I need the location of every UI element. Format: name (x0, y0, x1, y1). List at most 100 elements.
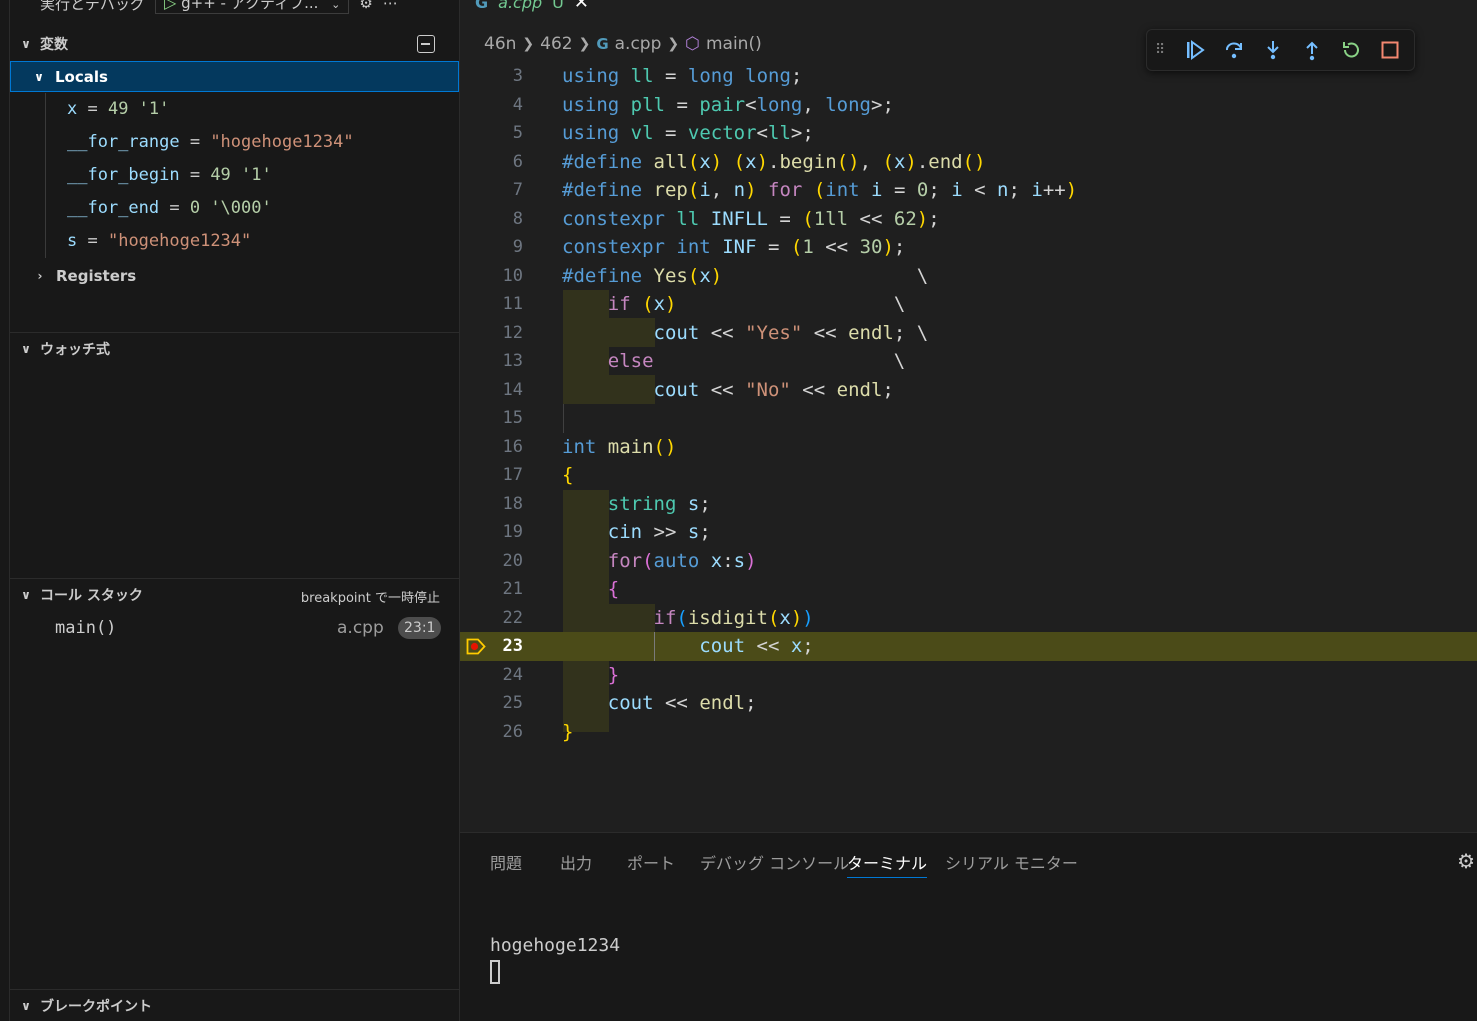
gear-icon[interactable]: ⚙ (1457, 849, 1475, 873)
tab-debug-console[interactable]: デバッグ コンソール (700, 850, 849, 878)
line-number: 22 (502, 607, 523, 628)
activity-bar-edge (0, 0, 10, 1021)
line-number: 24 (502, 664, 523, 685)
breakpoints-section-header[interactable]: ∨ ブレークポイント (10, 992, 459, 1020)
code-line[interactable]: 4 using pll = pair<long, long>; (460, 91, 1477, 120)
variable-row[interactable]: x = 49 '1' (67, 96, 169, 122)
chevron-down-icon[interactable]: ⌄ (331, 0, 340, 11)
line-number: 13 (502, 351, 523, 371)
editor-tab[interactable]: G a.cpp U ✕ (475, 0, 589, 14)
code-editor[interactable]: G a.cpp U ✕ 46n ❯ 462 ❯ G a.cpp ❯ ⬡ main… (460, 0, 1477, 832)
current-line[interactable]: 23 cout << x; (460, 632, 1477, 661)
collapse-all-icon[interactable] (417, 35, 435, 53)
code-line[interactable]: 13 else \ (460, 347, 1477, 376)
line-number: 15 (502, 408, 523, 428)
code-line[interactable]: 9 constexpr int INF = (1 << 30); (460, 233, 1477, 262)
variables-section-title: 変数 (40, 37, 68, 53)
code-line[interactable]: 6 #define all(x) (x).begin(), (x).end() (460, 148, 1477, 177)
code-line[interactable]: 14 cout << "No" << endl; (460, 376, 1477, 405)
section-divider (10, 332, 459, 333)
locals-scope[interactable]: ∨ Locals (10, 61, 459, 92)
play-icon[interactable]: ▷ (164, 0, 176, 12)
tab-ports[interactable]: ポート (627, 850, 675, 878)
code-line[interactable]: 24 } (460, 661, 1477, 690)
tab-terminal[interactable]: ターミナル (847, 850, 928, 878)
code-line[interactable]: 18 string s; (460, 490, 1477, 519)
variable-row[interactable]: __for_begin = 49 '1' (67, 162, 272, 188)
line-number: 19 (502, 522, 523, 542)
breakpoints-section-title: ブレークポイント (40, 999, 152, 1015)
watch-section-title: ウォッチ式 (40, 342, 110, 358)
code-line[interactable]: 19 cin >> s; (460, 518, 1477, 547)
variable-value: 0 '\000' (189, 198, 272, 218)
code-line[interactable]: 8 constexpr ll INFLL = (1ll << 62); (460, 205, 1477, 234)
variable-value: "hogehoge1234" (210, 132, 354, 152)
variable-row[interactable]: __for_range = "hogehoge1234" (67, 129, 354, 155)
variable-row[interactable]: __for_end = 0 '\000' (67, 195, 272, 221)
line-number: 18 (502, 493, 523, 514)
line-number: 25 (502, 693, 523, 713)
debug-config-label: g++ - アクティブ... (181, 0, 319, 12)
chevron-down-icon: ∨ (21, 999, 31, 1013)
code-line[interactable]: 3 using ll = long long; (460, 62, 1477, 91)
stack-frame-position: 23:1 (398, 617, 442, 639)
chevron-down-icon: ∨ (21, 37, 31, 51)
variable-name: s (67, 231, 78, 251)
tab-serial-monitor[interactable]: シリアル モニター (945, 850, 1078, 878)
code-line[interactable]: 16 int main() (460, 433, 1477, 462)
cube-icon: ⬡ (685, 34, 700, 54)
tab-output[interactable]: 出力 (560, 850, 592, 878)
cpp-file-icon: G (596, 35, 609, 53)
breadcrumb-item[interactable]: 46n (484, 34, 516, 54)
debug-view-title: 実行とデバッグ (40, 0, 146, 13)
stack-frame[interactable]: main() a.cpp 23:1 (10, 614, 459, 642)
debug-config-select[interactable]: ▷ g++ - アクティブ... ⌄ (155, 0, 350, 14)
line-number: 7 (512, 180, 523, 200)
cpp-file-icon: G (475, 0, 489, 12)
line-number: 21 (502, 579, 523, 599)
code-line[interactable]: 25 cout << endl; (460, 689, 1477, 718)
code-line[interactable]: 7 #define rep(i, n) for (int i = 0; i < … (460, 176, 1477, 205)
drag-handle-icon[interactable]: ⠿ (1155, 42, 1175, 58)
variables-section-header[interactable]: ∨ 変数 (10, 30, 459, 58)
more-icon[interactable]: ⋯ (383, 0, 398, 12)
variable-name: __for_end (67, 198, 160, 218)
code-line[interactable]: 26 } (460, 718, 1477, 747)
breadcrumb-item[interactable]: a.cpp (615, 34, 662, 54)
line-number: 11 (502, 294, 523, 314)
line-number: 10 (502, 265, 523, 286)
section-divider (10, 989, 459, 990)
line-number: 16 (502, 436, 523, 457)
modified-badge: U (552, 0, 564, 12)
code-line[interactable]: 12 cout << "Yes" << endl; \ (460, 319, 1477, 348)
breadcrumb-item[interactable]: 462 (540, 34, 572, 54)
gear-icon[interactable]: ⚙ (359, 0, 372, 12)
code-line[interactable]: 11 if (x) \ (460, 290, 1477, 319)
watch-section-header[interactable]: ∨ ウォッチ式 (10, 335, 459, 363)
variable-name: __for_begin (67, 165, 180, 185)
line-number: 4 (512, 94, 523, 115)
breadcrumb: 46n ❯ 462 ❯ G a.cpp ❯ ⬡ main() (484, 31, 762, 57)
code-line[interactable]: 15 (460, 404, 1477, 433)
code-line[interactable]: 22 if(isdigit(x)) (460, 604, 1477, 633)
variable-value: 49 '1' (210, 165, 272, 185)
tree-indent-guide (45, 93, 46, 258)
code-line[interactable]: 17 { (460, 461, 1477, 490)
tab-problems[interactable]: 問題 (490, 850, 522, 878)
terminal-cursor[interactable] (490, 960, 500, 984)
breadcrumb-item[interactable]: main() (706, 34, 762, 54)
code-line[interactable]: 20 for(auto x:s) (460, 547, 1477, 576)
code-line[interactable]: 10 #define Yes(x) \ (460, 262, 1477, 291)
variable-value: 49 '1' (107, 99, 170, 119)
line-number: 3 (512, 66, 523, 86)
callstack-section-title: コール スタック (40, 588, 143, 604)
registers-scope[interactable]: › Registers (30, 263, 137, 289)
code-line[interactable]: 21 { (460, 575, 1477, 604)
line-number: 8 (512, 208, 523, 229)
code-line[interactable]: 5 using vl = vector<ll>; (460, 119, 1477, 148)
variable-row[interactable]: s = "hogehoge1234" (67, 228, 251, 254)
variable-value: "hogehoge1234" (107, 231, 252, 251)
chevron-right-icon: › (37, 269, 43, 283)
close-icon[interactable]: ✕ (574, 0, 589, 13)
line-number: 5 (512, 123, 523, 143)
